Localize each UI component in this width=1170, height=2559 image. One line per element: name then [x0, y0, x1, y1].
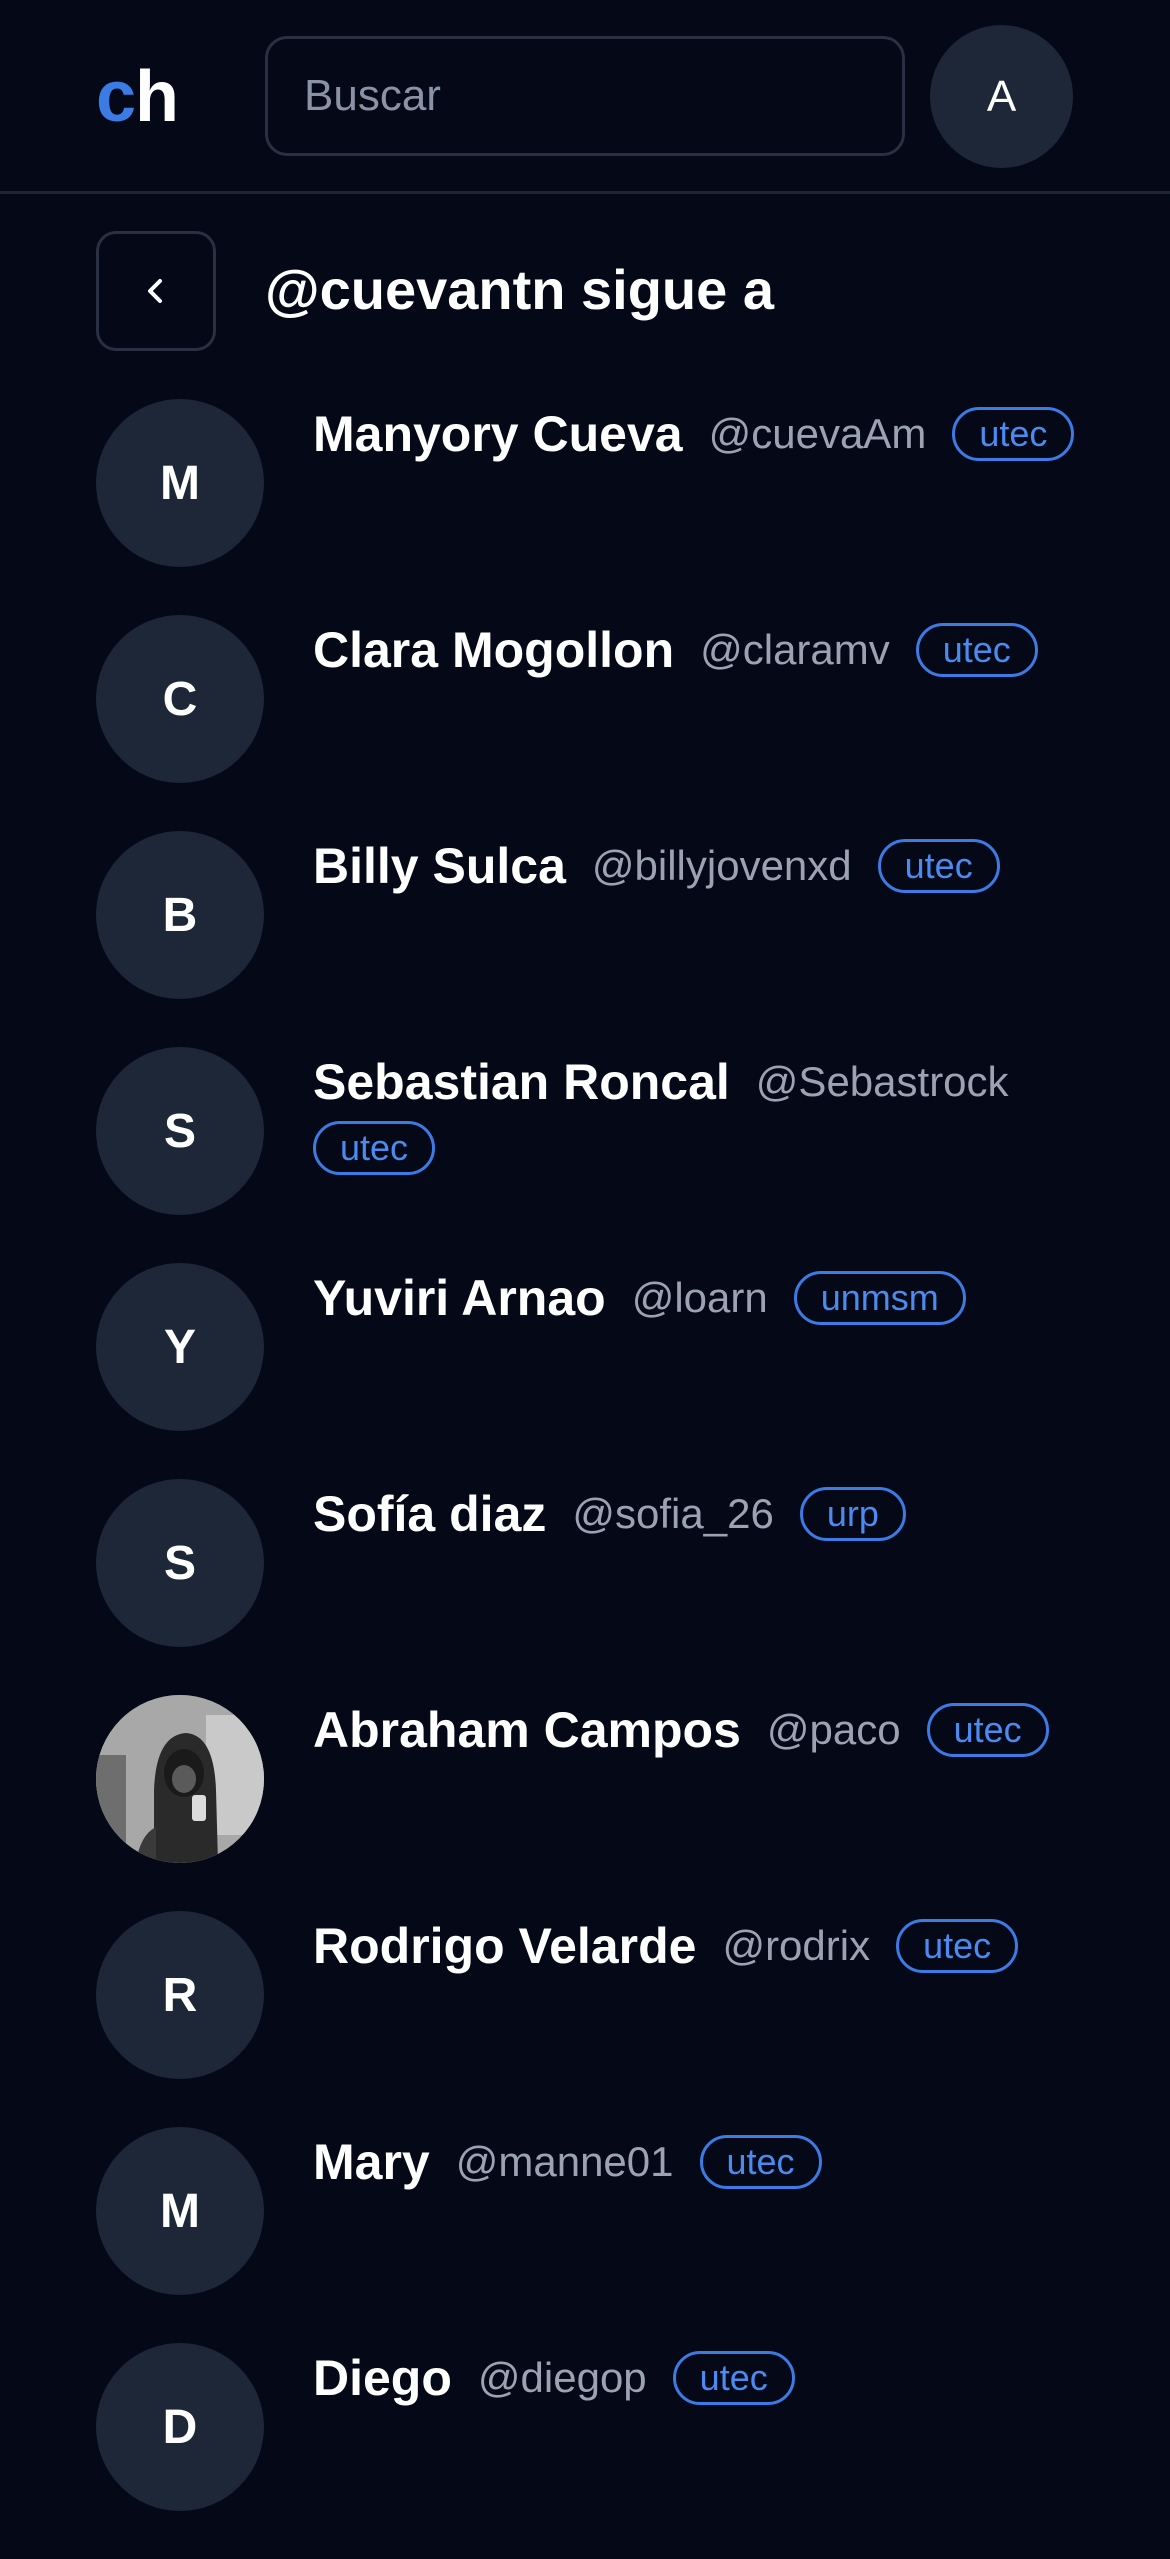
user-name[interactable]: Diego [313, 2343, 452, 2413]
user-handle: @sofia_26 [572, 1490, 774, 1537]
avatar-initial: B [162, 888, 198, 942]
user-handle: @billyjovenxd [591, 842, 852, 889]
avatar[interactable]: S [96, 1047, 264, 1215]
avatar-initial: C [162, 672, 198, 726]
user-avatar-button[interactable]: A [930, 25, 1073, 168]
logo-letter-c: c [96, 57, 136, 137]
avatar[interactable]: C [96, 615, 264, 783]
avatar-initial: D [162, 2400, 198, 2454]
user-row[interactable]: M Mary @manne01 utec [0, 2127, 1170, 2343]
user-name[interactable]: Sofía diaz [313, 1479, 546, 1549]
user-row[interactable]: C Clara Mogollon @claramv utec [0, 615, 1170, 831]
user-row[interactable]: Abraham Campos @paco utec [0, 1695, 1170, 1911]
university-badge: utec [952, 407, 1075, 461]
user-handle: @cuevaAm [708, 410, 927, 457]
user-name[interactable]: Clara Mogollon [313, 615, 674, 685]
user-name[interactable]: Sebastian Roncal [313, 1047, 730, 1117]
user-row[interactable]: R Rodrigo Velarde @rodrix utec [0, 1911, 1170, 2127]
user-name[interactable]: Yuviri Arnao [313, 1263, 606, 1333]
page-title: @cuevantn sigue a [265, 258, 774, 321]
university-badge: utec [672, 2351, 795, 2405]
avatar-initial: Y [163, 1320, 196, 1374]
app-logo[interactable]: ch [96, 52, 179, 142]
profile-photo [96, 1695, 264, 1863]
avatar-initial: R [162, 1968, 198, 2022]
user-row[interactable]: D Diego @diegop utec [0, 2343, 1170, 2559]
university-badge: utec [926, 1703, 1049, 1757]
user-row[interactable]: S Sofía diaz @sofia_26 urp [0, 1479, 1170, 1695]
avatar-initial: S [163, 1536, 196, 1590]
search-input[interactable] [265, 36, 905, 156]
user-name[interactable]: Rodrigo Velarde [313, 1911, 696, 1981]
user-handle: @Sebastrock [755, 1058, 1009, 1105]
avatar-photo[interactable] [96, 1695, 264, 1863]
university-badge: utec [915, 623, 1038, 677]
user-handle: @manne01 [455, 2138, 674, 2185]
avatar[interactable]: Y [96, 1263, 264, 1431]
avatar[interactable]: D [96, 2343, 264, 2511]
university-badge: unmsm [793, 1271, 966, 1325]
user-name[interactable]: Manyory Cueva [313, 399, 683, 469]
avatar[interactable]: R [96, 1911, 264, 2079]
user-handle: @diegop [477, 2354, 647, 2401]
avatar[interactable]: S [96, 1479, 264, 1647]
avatar[interactable]: M [96, 2127, 264, 2295]
user-handle: @paco [766, 1706, 901, 1753]
avatar[interactable]: B [96, 831, 264, 999]
university-badge: utec [877, 839, 1000, 893]
user-handle: @loarn [631, 1274, 768, 1321]
logo-letter-h: h [135, 57, 179, 137]
avatar[interactable]: M [96, 399, 264, 567]
user-name[interactable]: Abraham Campos [313, 1695, 741, 1765]
user-handle: @claramv [700, 626, 890, 673]
user-name[interactable]: Mary [313, 2127, 430, 2197]
university-badge: utec [313, 1121, 436, 1175]
user-row[interactable]: Y Yuviri Arnao @loarn unmsm [0, 1263, 1170, 1479]
top-bar: ch A [0, 0, 1170, 194]
chevron-left-icon [148, 279, 162, 303]
user-name[interactable]: Billy Sulca [313, 831, 566, 901]
user-row[interactable]: M Manyory Cueva @cuevaAm utec [0, 399, 1170, 615]
university-badge: utec [699, 2135, 822, 2189]
back-button[interactable] [96, 231, 216, 351]
user-handle: @rodrix [722, 1922, 871, 1969]
avatar-initial: S [163, 1104, 196, 1158]
avatar-initial: M [160, 456, 200, 510]
avatar-initial: M [160, 2184, 200, 2238]
user-row[interactable]: S Sebastian Roncal @Sebastrock utec [0, 1047, 1170, 1263]
user-avatar-initial: A [986, 71, 1017, 121]
university-badge: urp [799, 1487, 906, 1541]
user-row[interactable]: B Billy Sulca @billyjovenxd utec [0, 831, 1170, 1047]
university-badge: utec [896, 1919, 1019, 1973]
